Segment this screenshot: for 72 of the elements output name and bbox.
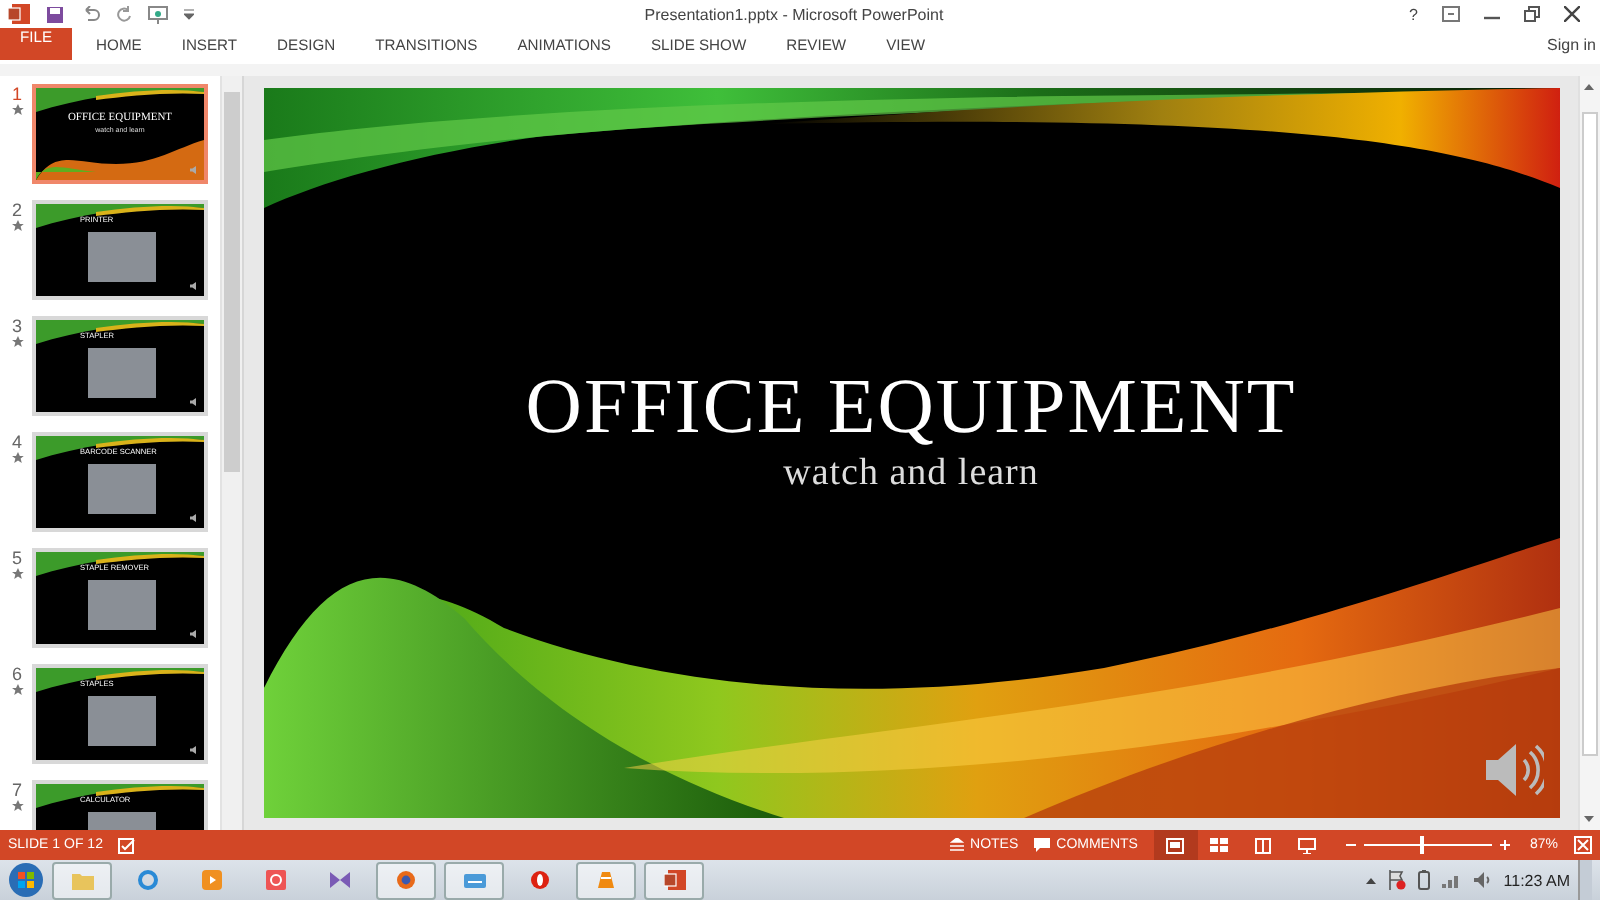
help-button[interactable]: ? — [1409, 5, 1418, 23]
slide-number: 1 — [11, 84, 22, 104]
speaker-icon — [190, 746, 198, 754]
clock[interactable]: 11:23 AM — [1503, 871, 1570, 889]
globe-icon[interactable] — [138, 870, 158, 890]
scroll-up-icon[interactable] — [1582, 80, 1596, 94]
letter-o-icon[interactable] — [530, 870, 550, 890]
speaker-icon — [190, 630, 198, 638]
star-icon — [11, 800, 23, 812]
tray-arrow-icon[interactable] — [1365, 876, 1376, 884]
slideshow-icon[interactable] — [148, 5, 168, 23]
slide-number: 2 — [11, 200, 22, 220]
traffic-cone-icon[interactable] — [596, 870, 616, 890]
speaker-icon — [190, 282, 198, 290]
redo-icon[interactable] — [116, 6, 132, 22]
slider-thumb[interactable] — [1419, 836, 1424, 854]
volume-icon[interactable] — [1473, 872, 1492, 888]
spell-check-icon[interactable] — [118, 837, 137, 853]
sign-in-link[interactable]: Sign in — [1547, 35, 1600, 53]
fit-to-window-icon[interactable] — [1574, 836, 1592, 854]
speaker-icon — [190, 514, 198, 522]
play-icon[interactable] — [202, 870, 222, 890]
window-title: Presentation1.pptx - Microsoft PowerPoint — [642, 5, 946, 23]
speaker-icon — [190, 398, 198, 406]
undo-icon[interactable] — [80, 6, 100, 22]
folder-icon — [71, 871, 93, 889]
scrollbar-thumb[interactable] — [224, 92, 240, 472]
scroll-down-icon[interactable] — [1582, 812, 1596, 826]
star-icon — [11, 568, 23, 580]
photo-placeholder — [88, 580, 156, 630]
slide-number: 4 — [11, 432, 22, 452]
ribbon-options-icon[interactable] — [1442, 6, 1460, 22]
speech-bubble-icon — [1034, 838, 1051, 852]
scrollbar-thumb[interactable] — [1582, 112, 1598, 756]
photo-placeholder — [88, 232, 156, 282]
reading-view-icon — [1254, 837, 1273, 853]
slide-sorter-icon — [1210, 837, 1229, 853]
photo-placeholder — [88, 696, 156, 746]
slide-number: 3 — [11, 316, 22, 336]
slide-number: 5 — [11, 548, 22, 568]
signal-icon[interactable] — [1441, 872, 1462, 888]
bow-tie-icon[interactable] — [330, 870, 350, 890]
view-button[interactable] — [1153, 830, 1198, 860]
customize-icon[interactable] — [184, 8, 194, 20]
speaker-icon[interactable] — [1483, 742, 1543, 798]
normal-view-icon — [1166, 837, 1185, 853]
start-button[interactable] — [8, 862, 44, 898]
battery-icon[interactable] — [1417, 870, 1430, 890]
close-icon[interactable] — [1564, 6, 1580, 22]
app-logo-icon — [8, 4, 30, 24]
presentation-app-icon[interactable] — [663, 870, 685, 890]
star-icon — [11, 104, 23, 116]
flag-icon[interactable] — [1387, 870, 1406, 890]
star-icon — [11, 452, 23, 464]
photo-placeholder — [88, 464, 156, 514]
slide-subtitle: watch and learn — [783, 451, 1039, 495]
save-icon[interactable] — [46, 5, 64, 23]
slideshow-icon — [1298, 837, 1317, 853]
zoom-out-icon[interactable] — [1345, 840, 1356, 850]
slide-title: OFFICE EQUIPMENT — [525, 361, 1297, 451]
star-icon — [11, 220, 23, 232]
zoom-in-icon[interactable] — [1499, 840, 1510, 850]
keyboard-icon[interactable] — [463, 873, 485, 887]
photo-placeholder — [88, 348, 156, 398]
slide-number: 6 — [11, 664, 22, 684]
speaker-icon — [190, 166, 198, 174]
notes-icon — [950, 838, 965, 852]
star-icon — [11, 684, 23, 696]
slide-number: 7 — [11, 780, 22, 800]
restore-icon[interactable] — [1524, 6, 1540, 22]
star-icon — [11, 336, 23, 348]
browser-icon[interactable] — [396, 870, 416, 890]
